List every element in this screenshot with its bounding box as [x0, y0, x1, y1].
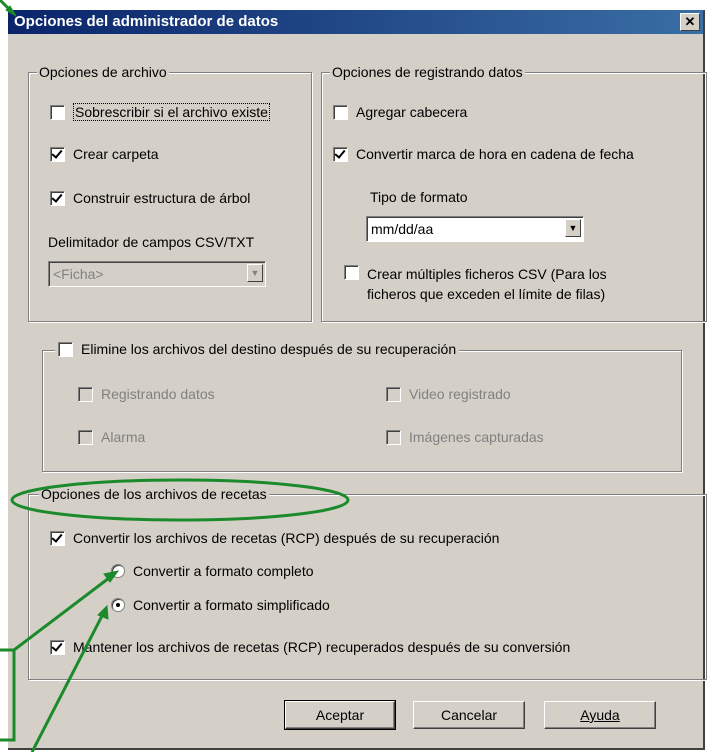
- checkbox-box[interactable]: [333, 104, 348, 120]
- multi-csv-line2: ficheros que exceden el límite de filas): [367, 286, 606, 302]
- delimiter-select: <Ficha> ▼: [48, 261, 266, 287]
- delimiter-value: <Ficha>: [53, 266, 104, 282]
- convert-recipes-label: Convertir los archivos de recetas (RCP) …: [73, 530, 500, 546]
- help-button[interactable]: Ayuda: [544, 701, 656, 729]
- checkbox-box[interactable]: [50, 104, 65, 120]
- build-tree-checkbox[interactable]: Construir estructura de árbol: [50, 190, 250, 206]
- cancel-button[interactable]: Cancelar: [413, 701, 525, 729]
- checkbox-box: [386, 386, 401, 402]
- radio-button[interactable]: [111, 564, 125, 578]
- convert-timestamp-checkbox[interactable]: Convertir marca de hora en cadena de fec…: [333, 146, 634, 162]
- delete-options-group: [42, 350, 682, 472]
- alarm-label: Alarma: [101, 429, 146, 445]
- checkbox-box[interactable]: [333, 146, 348, 162]
- add-header-checkbox[interactable]: Agregar cabecera: [333, 104, 467, 120]
- multi-csv-checkbox[interactable]: Crear múltiples ficheros CSV (Para los f…: [344, 264, 607, 304]
- keep-recipes-label: Mantener los archivos de recetas (RCP) r…: [73, 639, 571, 655]
- data-logging-checkbox: Registrando datos: [78, 386, 215, 402]
- checkbox-box: [78, 429, 93, 445]
- simplified-format-label: Convertir a formato simplificado: [133, 597, 330, 613]
- full-format-radio[interactable]: Convertir a formato completo: [111, 563, 314, 579]
- file-options-label: Opciones de archivo: [37, 64, 169, 80]
- video-label: Video registrado: [409, 386, 511, 402]
- checkbox-box[interactable]: [50, 190, 65, 206]
- multi-csv-label: Crear múltiples ficheros CSV (Para los f…: [367, 264, 607, 304]
- dialog-title: Opciones del administrador de datos: [14, 13, 279, 30]
- delete-files-checkbox[interactable]: Elimine los archivos del destino después…: [55, 341, 460, 357]
- checkbox-box[interactable]: [50, 639, 65, 655]
- checkbox-box[interactable]: [50, 146, 65, 162]
- radio-button[interactable]: [111, 598, 125, 612]
- delimiter-label: Delimitador de campos CSV/TXT: [48, 234, 255, 250]
- format-type-label: Tipo de formato: [370, 189, 468, 205]
- format-type-value: mm/dd/aa: [371, 221, 434, 237]
- title-bar[interactable]: Opciones del administrador de datos ✕: [8, 10, 703, 34]
- close-button[interactable]: ✕: [680, 13, 700, 31]
- log-options-label: Opciones de registrando datos: [330, 64, 525, 80]
- create-folder-checkbox[interactable]: Crear carpeta: [50, 146, 159, 162]
- checkbox-box[interactable]: [50, 530, 65, 546]
- convert-timestamp-label: Convertir marca de hora en cadena de fec…: [356, 146, 634, 162]
- convert-recipes-checkbox[interactable]: Convertir los archivos de recetas (RCP) …: [50, 530, 499, 546]
- chevron-down-icon: ▼: [247, 264, 263, 282]
- checkbox-box[interactable]: [344, 265, 359, 280]
- create-folder-label: Crear carpeta: [73, 146, 159, 162]
- video-checkbox: Video registrado: [386, 386, 511, 402]
- add-header-label: Agregar cabecera: [356, 104, 468, 120]
- format-type-select[interactable]: mm/dd/aa ▼: [366, 216, 584, 242]
- multi-csv-line1: Crear múltiples ficheros CSV (Para los: [367, 266, 607, 282]
- captured-images-label: Imágenes capturadas: [409, 429, 544, 445]
- ok-button[interactable]: Aceptar: [284, 700, 396, 730]
- full-format-label: Convertir a formato completo: [133, 563, 314, 579]
- recipe-options-label: Opciones de los archivos de recetas: [39, 486, 269, 502]
- data-logging-label: Registrando datos: [101, 386, 215, 402]
- checkbox-box: [386, 429, 401, 445]
- checkbox-box[interactable]: [58, 341, 73, 357]
- overwrite-checkbox[interactable]: Sobrescribir si el archivo existe: [50, 103, 270, 121]
- simplified-format-radio[interactable]: Convertir a formato simplificado: [111, 597, 330, 613]
- chevron-down-icon[interactable]: ▼: [565, 219, 581, 237]
- build-tree-label: Construir estructura de árbol: [73, 190, 251, 206]
- captured-images-checkbox: Imágenes capturadas: [386, 429, 544, 445]
- alarm-checkbox: Alarma: [78, 429, 145, 445]
- delete-files-label: Elimine los archivos del destino después…: [81, 341, 457, 357]
- keep-recipes-checkbox[interactable]: Mantener los archivos de recetas (RCP) r…: [50, 639, 570, 655]
- checkbox-box: [78, 386, 93, 402]
- data-manager-options-dialog: Opciones del administrador de datos ✕ Op…: [8, 10, 707, 750]
- overwrite-label: Sobrescribir si el archivo existe: [73, 103, 270, 121]
